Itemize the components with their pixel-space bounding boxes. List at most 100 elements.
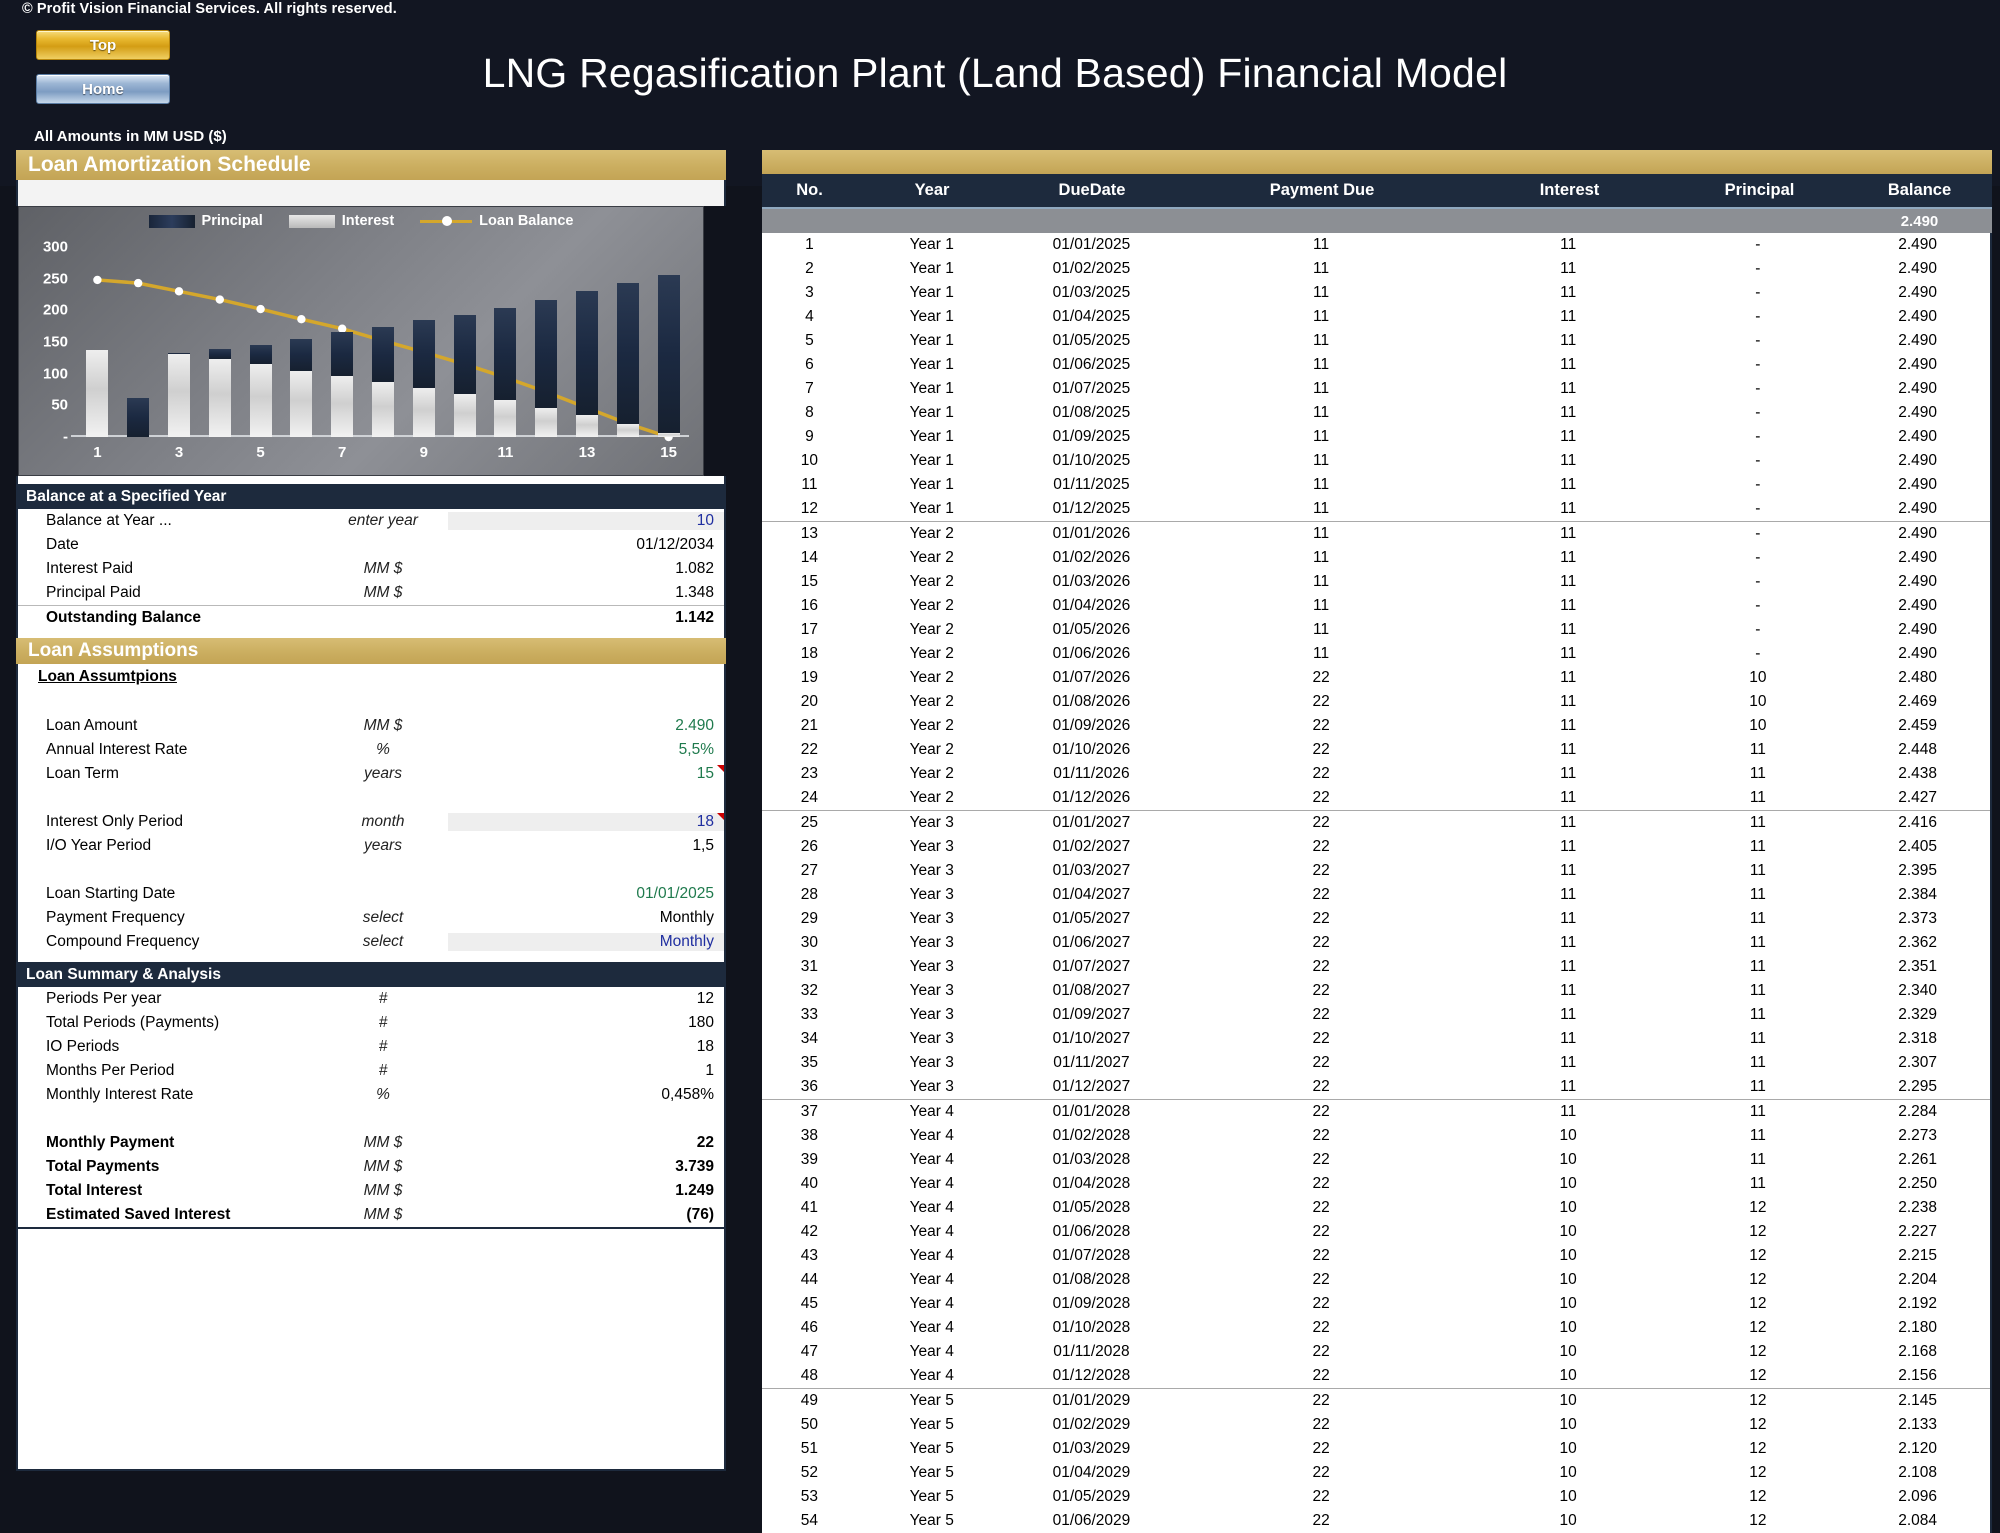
cell-interest: 11 — [1466, 717, 1671, 735]
cell-principal: - — [1671, 404, 1846, 422]
cell-principal: 11 — [1671, 765, 1846, 783]
cell-year: Year 2 — [857, 717, 1007, 735]
cell-year: Year 2 — [857, 669, 1007, 687]
cell-principal: 11 — [1671, 1175, 1846, 1193]
data-row: Total PaymentsMM $3.739 — [18, 1155, 724, 1179]
cell-principal: 11 — [1671, 862, 1846, 880]
cell-interest: 10 — [1466, 1488, 1671, 1506]
chart-bar-principal — [331, 332, 353, 376]
table-gold-band — [762, 150, 1992, 174]
cell-duedate: 01/06/2028 — [1007, 1223, 1177, 1241]
cell-year: Year 1 — [857, 332, 1007, 350]
row-value: 18 — [448, 1038, 724, 1056]
row-label: Balance at Year ... — [18, 512, 318, 530]
table-row: 29Year 301/05/20272211112.373 — [762, 907, 1990, 931]
data-row: Balance at Year ...enter year10 — [18, 509, 724, 533]
home-nav-button[interactable]: Home — [36, 74, 170, 104]
cell-duedate: 01/03/2029 — [1007, 1440, 1177, 1458]
units-note: All Amounts in MM USD ($) — [34, 128, 227, 145]
cell-balance: 2.490 — [1845, 549, 1990, 567]
col-header-principal: Principal — [1672, 181, 1847, 200]
cell-no: 49 — [762, 1392, 857, 1410]
cell-duedate: 01/04/2027 — [1007, 886, 1177, 904]
data-row: Monthly PaymentMM $22 — [18, 1131, 724, 1155]
table-row: 34Year 301/10/20272211112.318 — [762, 1027, 1990, 1051]
assumptions-section-header: Loan Assumptions — [16, 638, 726, 664]
cell-interest: 11 — [1466, 886, 1671, 904]
table-row: 12Year 101/12/20251111-2.490 — [762, 497, 1990, 521]
cell-interest: 11 — [1466, 1054, 1671, 1072]
chart-bar-principal — [454, 315, 476, 394]
cell-interest: 11 — [1466, 500, 1671, 518]
cell-balance: 2.180 — [1845, 1319, 1990, 1337]
row-input-value[interactable]: 10 — [448, 512, 724, 530]
chart-bar-principal — [535, 300, 557, 408]
cell-payment: 22 — [1176, 1030, 1466, 1048]
cell-payment: 22 — [1176, 1416, 1466, 1434]
row-unit: years — [318, 837, 448, 855]
cell-interest: 11 — [1466, 573, 1671, 591]
row-label: Monthly Interest Rate — [18, 1086, 318, 1104]
row-label: Outstanding Balance — [18, 609, 318, 627]
cell-no: 35 — [762, 1054, 857, 1072]
cell-payment: 22 — [1176, 982, 1466, 1000]
table-row: 8Year 101/08/20251111-2.490 — [762, 401, 1990, 425]
cell-balance: 2.168 — [1845, 1343, 1990, 1361]
cell-payment: 11 — [1176, 332, 1466, 350]
cell-payment: 22 — [1176, 1151, 1466, 1169]
cell-principal: 12 — [1671, 1392, 1846, 1410]
cell-no: 33 — [762, 1006, 857, 1024]
data-row: Payment FrequencyselectMonthly — [18, 906, 724, 930]
cell-principal: 10 — [1671, 717, 1846, 735]
cell-interest: 10 — [1466, 1151, 1671, 1169]
cell-no: 23 — [762, 765, 857, 783]
cell-no: 27 — [762, 862, 857, 880]
top-nav-button[interactable]: Top — [36, 30, 170, 60]
cell-balance: 2.250 — [1845, 1175, 1990, 1193]
cell-interest: 10 — [1466, 1295, 1671, 1313]
cell-balance: 2.362 — [1845, 934, 1990, 952]
table-row: 13Year 201/01/20261111-2.490 — [762, 521, 1990, 546]
cell-year: Year 2 — [857, 525, 1007, 543]
cell-duedate: 01/02/2029 — [1007, 1416, 1177, 1434]
row-input-value[interactable]: Monthly — [448, 933, 724, 951]
data-row: Date01/12/2034 — [18, 533, 724, 557]
cell-no: 26 — [762, 838, 857, 856]
table-row: 48Year 401/12/20282210122.156 — [762, 1364, 1990, 1388]
cell-payment: 22 — [1176, 765, 1466, 783]
cell-principal: 11 — [1671, 958, 1846, 976]
cell-balance: 2.490 — [1845, 573, 1990, 591]
cell-interest: 11 — [1466, 669, 1671, 687]
chart-y-tick: 300 — [43, 239, 68, 256]
row-unit: # — [318, 1038, 448, 1056]
cell-year: Year 3 — [857, 982, 1007, 1000]
cell-year: Year 4 — [857, 1247, 1007, 1265]
interest-swatch-icon — [289, 215, 335, 228]
chart-x-tick: 7 — [338, 444, 346, 461]
cell-payment: 22 — [1176, 741, 1466, 759]
cell-principal: - — [1671, 525, 1846, 543]
cell-duedate: 01/05/2027 — [1007, 910, 1177, 928]
cell-balance: 2.215 — [1845, 1247, 1990, 1265]
row-label: Total Interest — [18, 1182, 318, 1200]
cell-principal: 11 — [1671, 1030, 1846, 1048]
cell-no: 16 — [762, 597, 857, 615]
cell-balance: 2.490 — [1845, 525, 1990, 543]
row-value: 1,5 — [448, 837, 724, 855]
cell-balance: 2.490 — [1845, 236, 1990, 254]
row-input-value[interactable]: 18 — [448, 813, 724, 831]
cell-no: 54 — [762, 1512, 857, 1530]
cell-duedate: 01/05/2025 — [1007, 332, 1177, 350]
balance-bottom-gap — [16, 630, 726, 638]
cell-duedate: 01/10/2027 — [1007, 1030, 1177, 1048]
chart-bar-interest — [86, 350, 108, 437]
cell-payment: 22 — [1176, 1440, 1466, 1458]
cell-interest: 11 — [1466, 260, 1671, 278]
cell-no: 12 — [762, 500, 857, 518]
cell-duedate: 01/02/2025 — [1007, 260, 1177, 278]
cell-year: Year 5 — [857, 1392, 1007, 1410]
row-unit: % — [318, 741, 448, 759]
chart-x-tick: 15 — [660, 444, 677, 461]
cell-principal: 12 — [1671, 1367, 1846, 1385]
cell-principal: 12 — [1671, 1295, 1846, 1313]
